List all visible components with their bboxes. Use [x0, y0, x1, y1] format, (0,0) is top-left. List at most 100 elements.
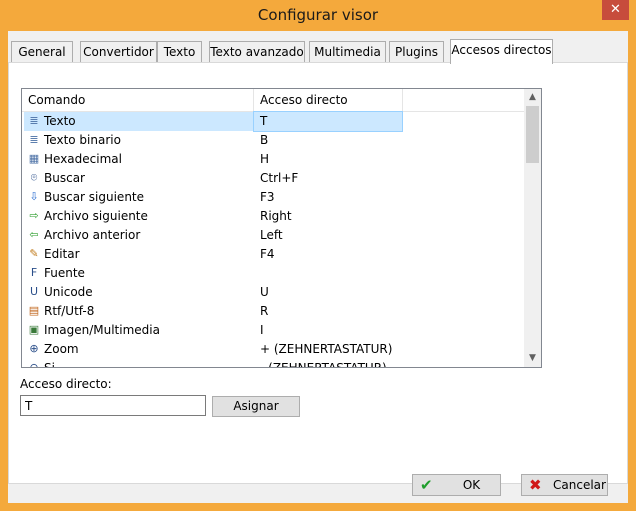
table-row[interactable]: ≣ Texto binario B — [22, 131, 526, 150]
column-header-shortcut[interactable]: Acceso directo — [254, 89, 403, 111]
command-cell: ⌾ Buscar — [24, 169, 253, 188]
command-cell: ⇩ Buscar siguiente — [24, 188, 253, 207]
command-cell: ⊕ Zoom — [24, 340, 253, 359]
shortcut-cell: F3 — [260, 190, 275, 204]
arrow-down-icon: ⇩ — [29, 190, 39, 203]
command-cell: ⊖ Si — [24, 359, 253, 368]
text-document-icon: ≣ — [29, 114, 39, 127]
cancel-button-label: Cancelar — [553, 478, 606, 492]
shortcut-cell: Ctrl+F — [260, 171, 299, 185]
checkmark-icon: ✔ — [420, 476, 433, 494]
assign-button[interactable]: Asignar — [212, 396, 300, 417]
cancel-button[interactable]: ✖ Cancelar — [521, 474, 608, 496]
table-row[interactable]: ⊕ Zoom + (ZEHNERTASTATUR) — [22, 340, 526, 359]
shortcut-cell: + (ZEHNERTASTATUR) — [260, 342, 393, 356]
table-row[interactable]: F Fuente — [22, 264, 526, 283]
tab-general[interactable]: General — [11, 41, 73, 62]
rtf-icon: ▤ — [28, 304, 40, 317]
command-label: Rtf/Utf-8 — [44, 304, 95, 318]
shortcut-cell: U — [260, 285, 269, 299]
table-row[interactable]: ▣ Imagen/Multimedia I — [22, 321, 526, 340]
tab-accesos-directos[interactable]: Accesos directos — [450, 39, 553, 64]
scroll-down-arrow-icon[interactable]: ▼ — [524, 350, 541, 367]
hex-document-icon: ▦ — [28, 152, 40, 165]
zoom-out-icon: ⊖ — [29, 361, 39, 368]
command-label: Archivo anterior — [44, 228, 141, 242]
command-label: Unicode — [44, 285, 93, 299]
arrow-right-icon: ⇨ — [29, 209, 39, 222]
tab-plugins[interactable]: Plugins — [389, 41, 444, 62]
vertical-scrollbar[interactable]: ▲ ▼ — [524, 89, 541, 367]
table-row[interactable]: ⇨ Archivo siguiente Right — [22, 207, 526, 226]
dialog-client-area: General Convertidor Texto Texto avanzado… — [8, 31, 628, 503]
list-header: Comando Acceso directo — [22, 89, 526, 112]
shortcut-cell: B — [260, 133, 269, 147]
shortcut-cell: I — [260, 323, 264, 337]
table-row[interactable]: ▦ Hexadecimal H — [22, 150, 526, 169]
table-row[interactable]: ⌾ Buscar Ctrl+F — [22, 169, 526, 188]
command-label: Fuente — [44, 266, 85, 280]
font-icon: F — [30, 266, 38, 279]
tab-texto[interactable]: Texto — [157, 41, 202, 62]
table-row[interactable]: ▤ Rtf/Utf-8 R — [22, 302, 526, 321]
binoculars-icon: ⌾ — [30, 171, 38, 184]
tab-panel-accesos-directos: Comando Acceso directo ≣ Texto T ≣ Texto bin… — [8, 62, 628, 484]
command-label: Buscar siguiente — [44, 190, 145, 204]
command-cell: ▣ Imagen/Multimedia — [24, 321, 253, 340]
command-label: Hexadecimal — [44, 152, 122, 166]
command-cell: ⇦ Archivo anterior — [24, 226, 253, 245]
command-label: Buscar — [44, 171, 85, 185]
scroll-up-arrow-icon[interactable]: ▲ — [524, 89, 541, 106]
ok-button-label: OK — [462, 478, 481, 492]
command-cell: ≣ Texto — [24, 112, 253, 131]
command-cell: F Fuente — [24, 264, 253, 283]
table-row[interactable]: ⇦ Archivo anterior Left — [22, 226, 526, 245]
command-cell: ✎ Editar — [24, 245, 253, 264]
dialog-window: Configurar visor ✕ General Convertidor T… — [0, 0, 636, 511]
table-row[interactable]: ✎ Editar F4 — [22, 245, 526, 264]
column-header-command[interactable]: Comando — [22, 89, 254, 111]
command-label: Si — [44, 361, 55, 368]
command-label: Zoom — [44, 342, 79, 356]
shortcut-cell: H — [260, 152, 270, 166]
command-cell: ▦ Hexadecimal — [24, 150, 253, 169]
command-cell: ⇨ Archivo siguiente — [24, 207, 253, 226]
zoom-in-icon: ⊕ — [29, 342, 39, 355]
tab-texto-avanzado[interactable]: Texto avanzado — [209, 41, 305, 62]
command-label: Archivo siguiente — [44, 209, 148, 223]
command-label: Texto binario — [44, 133, 121, 147]
shortcut-cell: F4 — [260, 247, 275, 261]
shortcut-cell: Left — [260, 228, 283, 242]
tab-convertidor[interactable]: Convertidor — [80, 41, 157, 62]
command-label: Editar — [44, 247, 80, 261]
close-icon: ✕ — [610, 2, 621, 17]
tab-multimedia[interactable]: Multimedia — [309, 41, 386, 62]
unicode-icon: U — [29, 285, 39, 298]
close-button[interactable]: ✕ — [602, 0, 629, 20]
shortcut-cell: Right — [260, 209, 292, 223]
shortcut-cell: T — [253, 111, 403, 132]
shortcuts-list[interactable]: Comando Acceso directo ≣ Texto T ≣ Texto bin… — [21, 88, 542, 368]
image-icon: ▣ — [28, 323, 40, 336]
shortcut-field-label: Acceso directo: — [20, 377, 112, 391]
command-label: Texto — [44, 114, 76, 128]
command-cell: U Unicode — [24, 283, 253, 302]
command-cell: ▤ Rtf/Utf-8 — [24, 302, 253, 321]
edit-pencil-icon: ✎ — [29, 247, 39, 260]
arrow-left-icon: ⇦ — [29, 228, 39, 241]
table-row[interactable]: ⊖ Si - (ZEHNERTASTATUR) — [22, 359, 526, 368]
window-title: Configurar visor — [257, 6, 379, 24]
cross-icon: ✖ — [529, 476, 542, 494]
table-row[interactable]: ⇩ Buscar siguiente F3 — [22, 188, 526, 207]
command-label: Imagen/Multimedia — [44, 323, 160, 337]
shortcut-cell: R — [260, 304, 269, 318]
binary-document-icon: ≣ — [29, 133, 39, 146]
title-bar[interactable]: Configurar visor ✕ — [0, 0, 636, 31]
shortcut-cell — [254, 264, 402, 283]
command-cell: ≣ Texto binario — [24, 131, 253, 150]
scroll-thumb[interactable] — [526, 106, 539, 163]
table-row[interactable]: ≣ Texto T — [22, 111, 526, 132]
ok-button[interactable]: ✔ OK — [412, 474, 501, 496]
shortcut-input[interactable] — [20, 395, 206, 416]
table-row[interactable]: U Unicode U — [22, 283, 526, 302]
